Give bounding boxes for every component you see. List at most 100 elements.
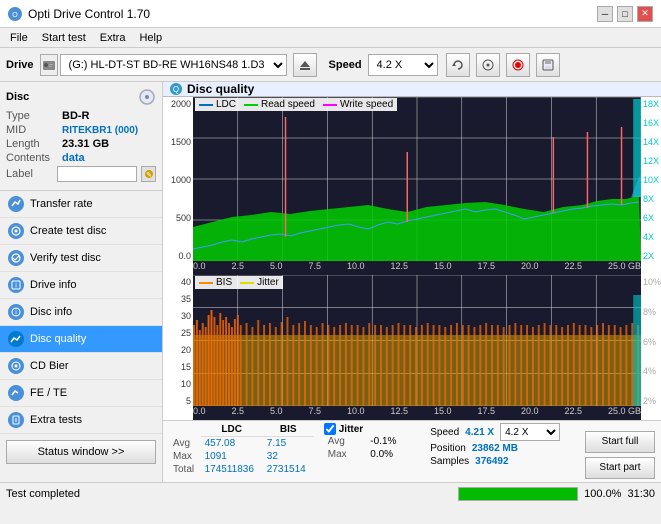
- time-label: 31:30: [627, 488, 655, 500]
- disc-quality-icon: [8, 331, 24, 347]
- eject-button[interactable]: [293, 53, 317, 77]
- y-label-0: 0.0: [178, 251, 191, 261]
- svg-text:✎: ✎: [146, 172, 152, 179]
- jitter-checkbox[interactable]: [324, 423, 336, 435]
- close-button[interactable]: ✕: [637, 6, 653, 22]
- disc-info-icon: i: [8, 304, 24, 320]
- fe-te-icon: [8, 385, 24, 401]
- x-175: 17.5: [477, 261, 495, 271]
- type-label: Type: [6, 110, 58, 122]
- bis-legend-color: [199, 282, 213, 284]
- jitter-legend-color: [240, 282, 254, 284]
- extra-tests-icon: [8, 412, 24, 428]
- stats-table: LDC BIS Avg 457.08 7.15 Max 1091 32 To: [169, 423, 314, 476]
- menu-file[interactable]: File: [4, 31, 34, 45]
- x-50: 5.0: [270, 261, 283, 271]
- total-bis: 2731514: [263, 463, 314, 476]
- menu-extra[interactable]: Extra: [94, 31, 132, 45]
- total-label: Total: [169, 463, 201, 476]
- start-full-button[interactable]: Start full: [585, 431, 655, 453]
- top-chart-legend: LDC Read speed Write speed: [195, 98, 397, 111]
- bottom-y-axis-left: 40 35 30 25 20 15 10 5: [163, 275, 193, 420]
- disc-quality-header: Q Disc quality: [163, 82, 661, 97]
- sidebar-item-disc-quality[interactable]: Disc quality: [0, 326, 162, 353]
- sidebar-item-drive-info[interactable]: i Drive info: [0, 272, 162, 299]
- label-button[interactable]: ✎: [141, 166, 156, 182]
- extra-tests-label: Extra tests: [30, 414, 82, 426]
- verify-test-disc-icon: [8, 250, 24, 266]
- disc-quality-label: Disc quality: [30, 333, 86, 345]
- top-y-axis-right: 18X 16X 14X 12X 10X 8X 6X 4X 2X: [641, 97, 661, 275]
- x-125: 12.5: [390, 261, 408, 271]
- position-label: Position: [430, 443, 466, 454]
- drive-label: Drive: [6, 59, 34, 71]
- transfer-rate-label: Transfer rate: [30, 198, 93, 210]
- minimize-button[interactable]: ─: [597, 6, 613, 22]
- y-label-1500: 1500: [171, 137, 191, 147]
- bottom-chart-legend: BIS Jitter: [195, 276, 283, 289]
- speed-select[interactable]: 4.2 X: [368, 54, 438, 76]
- write-speed-legend: Write speed: [323, 99, 393, 110]
- type-value: BD-R: [62, 110, 90, 122]
- mid-value: RITEKBR1 (000): [62, 125, 138, 136]
- label-input[interactable]: [57, 166, 137, 182]
- fe-te-label: FE / TE: [30, 387, 67, 399]
- disc-header: Disc: [6, 88, 156, 106]
- y-label-500: 500: [176, 213, 191, 223]
- sidebar-item-transfer-rate[interactable]: Transfer rate: [0, 191, 162, 218]
- jitter-avg-label: Avg: [324, 435, 367, 448]
- verify-test-disc-label: Verify test disc: [30, 252, 101, 264]
- read-speed-legend-label: Read speed: [261, 99, 315, 110]
- sidebar-item-disc-info[interactable]: i Disc info: [0, 299, 162, 326]
- x-150: 15.0: [434, 261, 452, 271]
- total-ldc: 174511836: [201, 463, 263, 476]
- disc-icon: [138, 88, 156, 106]
- disc-contents-row: Contents data: [6, 152, 156, 164]
- sidebar-item-create-test-disc[interactable]: Create test disc: [0, 218, 162, 245]
- position-value: 23862 MB: [472, 443, 518, 454]
- samples-label: Samples: [430, 456, 469, 467]
- ldc-legend-label: LDC: [216, 99, 236, 110]
- contents-value: data: [62, 152, 85, 164]
- menu-help[interactable]: Help: [133, 31, 168, 45]
- drive-select[interactable]: (G:) HL-DT-ST BD-RE WH16NS48 1.D3: [60, 54, 287, 76]
- refresh-button[interactable]: [446, 53, 470, 77]
- disc-title: Disc: [6, 91, 29, 103]
- bottom-chart-area: 40 35 30 25 20 15 10 5: [163, 275, 661, 420]
- jitter-table: Avg -0.1% Max 0.0%: [324, 435, 421, 461]
- save-button[interactable]: [536, 53, 560, 77]
- top-chart-wrapper: LDC Read speed Write speed 2000 1500 100…: [163, 97, 661, 275]
- ldc-legend: LDC: [199, 99, 236, 110]
- read-speed-legend-color: [244, 104, 258, 106]
- start-part-button[interactable]: Start part: [585, 457, 655, 479]
- write-button[interactable]: [506, 53, 530, 77]
- app-icon: O: [8, 7, 22, 21]
- write-speed-legend-label: Write speed: [340, 99, 393, 110]
- progress-bar-fill: [459, 488, 577, 500]
- write-speed-legend-color: [323, 104, 337, 106]
- svg-text:i: i: [15, 283, 17, 290]
- disc-button[interactable]: [476, 53, 500, 77]
- progress-label: 100.0%: [584, 488, 621, 500]
- status-text: Test completed: [6, 488, 452, 500]
- label-label: Label: [6, 168, 53, 180]
- speed-position-section: Speed 4.21 X 4.2 X Position 23862 MB Sam…: [430, 423, 575, 482]
- sidebar-item-extra-tests[interactable]: Extra tests: [0, 407, 162, 434]
- disc-quality-title: Disc quality: [187, 82, 254, 96]
- x-0: 0.0: [193, 261, 206, 271]
- disc-length-row: Length 23.31 GB: [6, 138, 156, 150]
- ldc-header: LDC: [201, 423, 263, 437]
- speed-select2[interactable]: 4.2 X: [500, 423, 560, 441]
- status-window-button[interactable]: Status window >>: [6, 440, 156, 464]
- speed-label: Speed: [329, 59, 362, 71]
- sidebar-item-fe-te[interactable]: FE / TE: [0, 380, 162, 407]
- menu-start-test[interactable]: Start test: [36, 31, 92, 45]
- disc-mid-row: MID RITEKBR1 (000): [6, 124, 156, 136]
- jitter-legend: Jitter: [240, 277, 279, 288]
- menu-bar: File Start test Extra Help: [0, 28, 661, 48]
- x-100: 10.0: [347, 261, 365, 271]
- sidebar-item-verify-test-disc[interactable]: Verify test disc: [0, 245, 162, 272]
- sidebar-item-cd-bier[interactable]: CD Bier: [0, 353, 162, 380]
- maximize-button[interactable]: □: [617, 6, 633, 22]
- x-75: 7.5: [308, 261, 321, 271]
